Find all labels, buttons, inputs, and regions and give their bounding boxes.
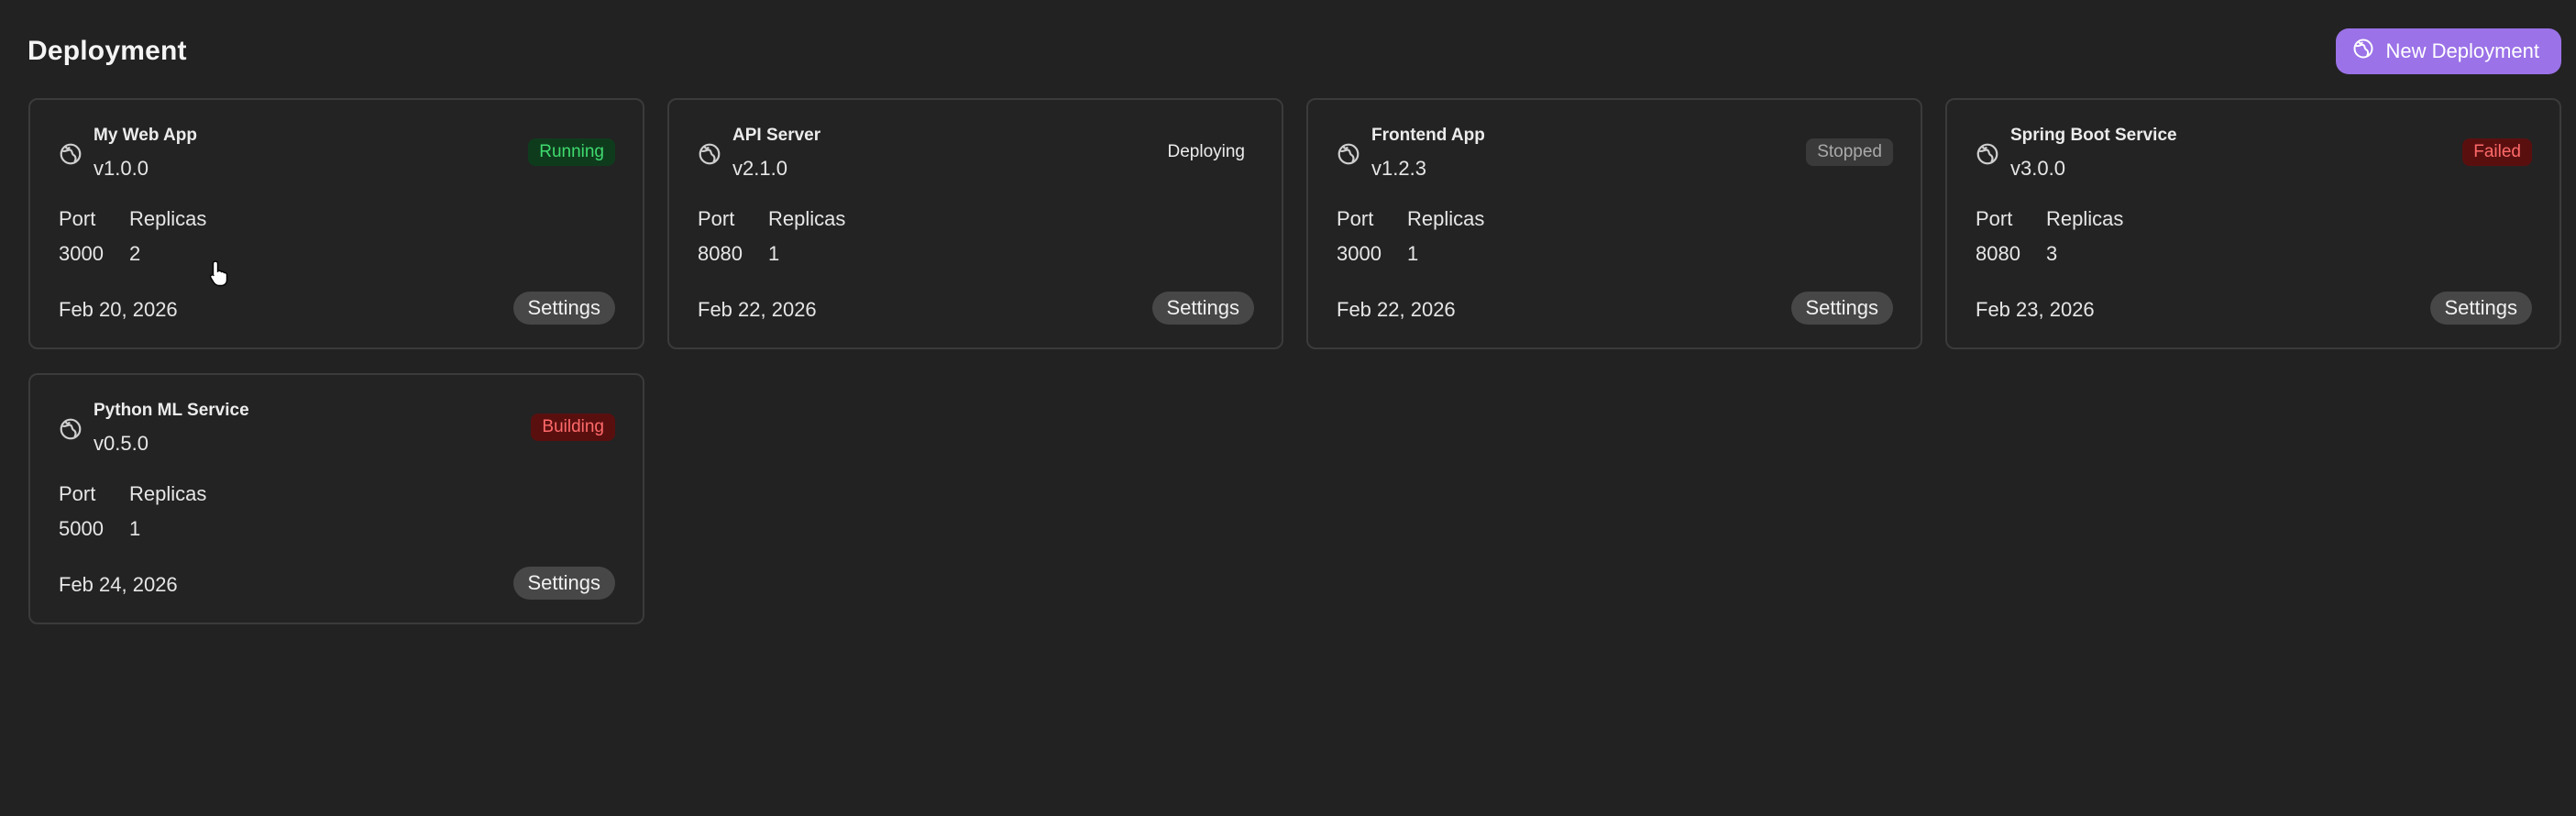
settings-button[interactable]: Settings <box>1790 292 1893 325</box>
page-header: Deployment New Deployment <box>28 28 2561 74</box>
status-badge: Building <box>531 414 615 441</box>
deployment-version: v2.1.0 <box>732 157 787 180</box>
globe-icon <box>1976 142 1999 166</box>
deployment-card[interactable]: Spring Boot Service v3.0.0 Failed Port R… <box>1945 98 2561 349</box>
deployment-card[interactable]: Python ML Service v0.5.0 Building Port R… <box>28 373 644 624</box>
new-deployment-label: New Deployment <box>2385 39 2539 62</box>
deployment-date: Feb 24, 2026 <box>59 573 178 596</box>
settings-button[interactable]: Settings <box>2429 292 2532 325</box>
deployment-name: API Server <box>732 126 821 145</box>
hand-pointer-icon <box>209 260 228 287</box>
deployment-card[interactable]: My Web App v1.0.0 Running Port Replicas … <box>28 98 644 349</box>
settings-button[interactable]: Settings <box>512 567 615 600</box>
globe-icon <box>59 142 83 166</box>
replicas-label: Replicas <box>2046 207 2124 230</box>
port-value: 3000 <box>1337 242 1382 265</box>
deployment-version: v3.0.0 <box>2010 157 2065 180</box>
replicas-label: Replicas <box>1407 207 1485 230</box>
page-title: Deployment <box>28 36 187 66</box>
deployment-version: v1.0.0 <box>94 157 149 180</box>
deployment-date: Feb 20, 2026 <box>59 298 178 321</box>
port-label: Port <box>59 207 96 230</box>
status-badge: Failed <box>2462 138 2532 166</box>
replicas-value: 1 <box>1407 242 1419 265</box>
deployment-grid: My Web App v1.0.0 Running Port Replicas … <box>28 98 2561 624</box>
status-badge: Running <box>528 138 615 166</box>
port-label: Port <box>1337 207 1374 230</box>
deployment-version: v1.2.3 <box>1371 157 1426 180</box>
deployment-name: My Web App <box>94 126 197 145</box>
replicas-value: 1 <box>768 242 780 265</box>
status-badge: Stopped <box>1806 138 1893 166</box>
deployment-name: Spring Boot Service <box>2010 126 2177 145</box>
globe-icon <box>698 142 721 166</box>
replicas-label: Replicas <box>129 482 207 505</box>
deployment-card[interactable]: API Server v2.1.0 Deploying Port Replica… <box>667 98 1283 349</box>
port-value: 8080 <box>1976 242 2020 265</box>
new-deployment-button[interactable]: New Deployment <box>2336 28 2561 74</box>
port-value: 3000 <box>59 242 104 265</box>
port-value: 5000 <box>59 517 104 540</box>
port-label: Port <box>59 482 96 505</box>
deployment-version: v0.5.0 <box>94 432 149 455</box>
deployment-page: Deployment New Deployment My Web App v1.… <box>0 0 2576 816</box>
replicas-value: 2 <box>129 242 141 265</box>
deployment-name: Python ML Service <box>94 401 249 420</box>
port-label: Port <box>698 207 735 230</box>
globe-icon <box>2352 38 2374 65</box>
port-label: Port <box>1976 207 2013 230</box>
deployment-date: Feb 22, 2026 <box>698 298 817 321</box>
replicas-label: Replicas <box>129 207 207 230</box>
deployment-date: Feb 22, 2026 <box>1337 298 1456 321</box>
settings-button[interactable]: Settings <box>1151 292 1254 325</box>
replicas-value: 3 <box>2046 242 2058 265</box>
deployment-card[interactable]: Frontend App v1.2.3 Stopped Port Replica… <box>1306 98 1922 349</box>
globe-icon <box>1337 142 1360 166</box>
settings-button[interactable]: Settings <box>512 292 615 325</box>
globe-icon <box>59 417 83 441</box>
replicas-label: Replicas <box>768 207 846 230</box>
deployment-date: Feb 23, 2026 <box>1976 298 2095 321</box>
replicas-value: 1 <box>129 517 141 540</box>
deployment-name: Frontend App <box>1371 126 1485 145</box>
status-badge: Deploying <box>1167 142 1246 161</box>
port-value: 8080 <box>698 242 743 265</box>
